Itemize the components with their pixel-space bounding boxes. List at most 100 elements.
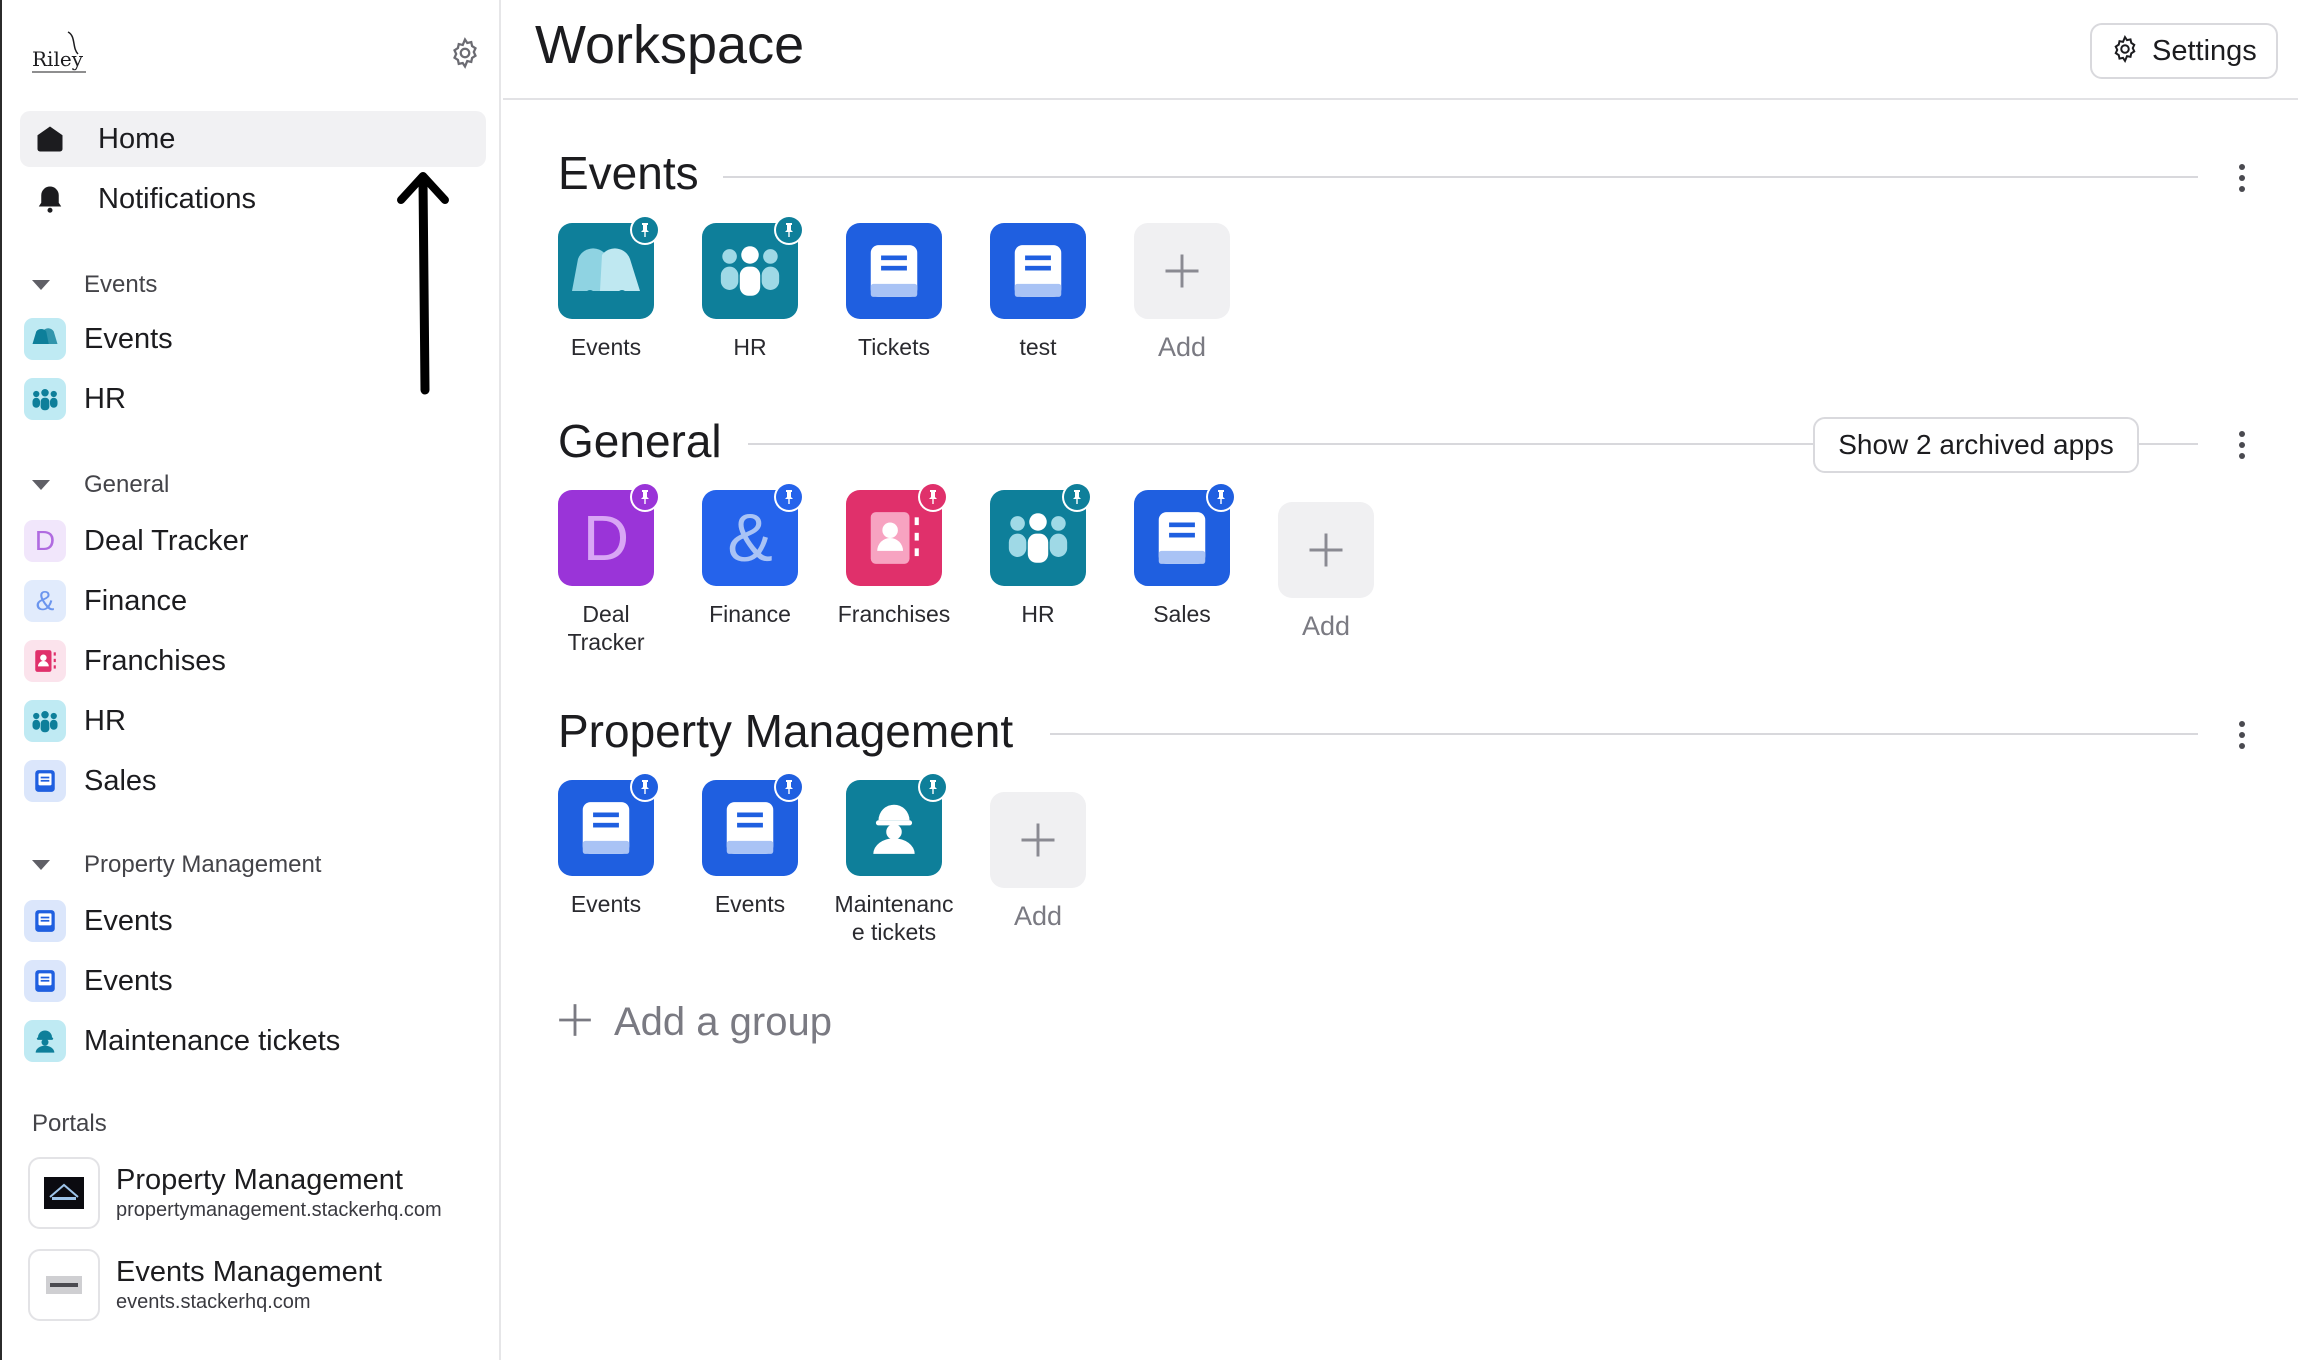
plus-icon bbox=[1278, 502, 1374, 598]
sidebar-app-deal-tracker[interactable]: D Deal Tracker bbox=[24, 515, 490, 567]
sidebar-app-events[interactable]: Events bbox=[24, 955, 490, 1007]
nav-home[interactable]: Home bbox=[20, 111, 486, 167]
add-group-button[interactable]: Add a group bbox=[556, 1000, 832, 1045]
sidebar-app-events[interactable]: Events bbox=[24, 895, 490, 947]
page-title: Workspace bbox=[535, 15, 805, 75]
worker-icon bbox=[24, 1020, 66, 1062]
section-menu-kebab-icon[interactable] bbox=[2230, 427, 2254, 463]
app-tile-maintenance-tickets[interactable]: Maintenanc e tickets bbox=[829, 772, 959, 946]
pin-icon[interactable] bbox=[630, 482, 660, 512]
app-tile-label: Franchises bbox=[837, 601, 951, 627]
collapse-triangle-icon bbox=[32, 860, 50, 870]
worker-icon bbox=[846, 772, 948, 876]
app-tile-label: Deal Tracker bbox=[567, 601, 645, 655]
book-icon bbox=[990, 223, 1086, 319]
settings-button-label: Settings bbox=[2152, 34, 2257, 67]
letter-d-icon: D bbox=[24, 520, 66, 562]
pin-icon[interactable] bbox=[918, 772, 948, 802]
home-icon bbox=[34, 123, 66, 155]
bell-icon bbox=[34, 183, 66, 215]
bells-icon bbox=[24, 318, 66, 360]
app-tile-tickets[interactable]: Tickets bbox=[829, 223, 959, 361]
app-tile-events[interactable]: Events bbox=[541, 215, 671, 361]
workspace-settings-gear-icon[interactable] bbox=[448, 36, 482, 70]
people-icon bbox=[990, 482, 1092, 586]
people-icon bbox=[24, 700, 66, 742]
sidebar-app-label: Events bbox=[84, 904, 173, 937]
add-app-button[interactable]: Add bbox=[1261, 502, 1391, 640]
portal-url: propertymanagement.stackerhq.com bbox=[116, 1199, 442, 1221]
collapse-triangle-icon bbox=[32, 280, 50, 290]
book-icon bbox=[24, 960, 66, 1002]
portal-property-management[interactable]: Property Management propertymanagement.s… bbox=[28, 1157, 488, 1229]
app-tile-franchises[interactable]: Franchises bbox=[829, 482, 959, 628]
section-menu-kebab-icon[interactable] bbox=[2230, 160, 2254, 196]
add-app-label: Add bbox=[1157, 332, 1207, 362]
plus-icon bbox=[556, 1001, 594, 1044]
app-tile-events[interactable]: Events bbox=[541, 772, 671, 918]
show-archived-apps-button[interactable]: Show 2 archived apps bbox=[1813, 417, 2139, 473]
portal-url: events.stackerhq.com bbox=[116, 1291, 311, 1313]
pin-icon[interactable] bbox=[918, 482, 948, 512]
app-window: Riley Home Notifications Events Events H… bbox=[0, 0, 2298, 1360]
sidebar-app-label: Sales bbox=[84, 764, 157, 797]
pin-icon[interactable] bbox=[774, 215, 804, 245]
sidebar-group-events[interactable]: Events bbox=[32, 271, 157, 299]
section-title-events: Events bbox=[558, 147, 699, 199]
add-app-button[interactable]: Add bbox=[973, 792, 1103, 930]
app-tile-label: Tickets bbox=[858, 334, 930, 360]
pin-icon[interactable] bbox=[1062, 482, 1092, 512]
ampersand-icon: & bbox=[702, 482, 804, 586]
sidebar-app-hr[interactable]: HR bbox=[24, 695, 490, 747]
section-title-general: General bbox=[558, 415, 722, 467]
sidebar-app-label: HR bbox=[84, 382, 126, 415]
section-divider bbox=[723, 176, 2198, 178]
settings-button[interactable]: Settings bbox=[2090, 23, 2278, 79]
app-tile-sales[interactable]: Sales bbox=[1117, 482, 1247, 628]
app-tile-finance[interactable]: & Finance bbox=[685, 482, 815, 628]
sidebar-app-finance[interactable]: & Finance bbox=[24, 575, 490, 627]
pin-icon[interactable] bbox=[630, 215, 660, 245]
portal-logo bbox=[28, 1157, 100, 1229]
sidebar-app-franchises[interactable]: Franchises bbox=[24, 635, 490, 687]
app-tile-label: Maintenanc e tickets bbox=[834, 891, 954, 945]
app-tile-hr[interactable]: HR bbox=[685, 215, 815, 361]
pin-icon[interactable] bbox=[774, 482, 804, 512]
sidebar-group-property-management[interactable]: Property Management bbox=[32, 851, 321, 879]
nav-notifications-label: Notifications bbox=[98, 182, 256, 215]
gear-icon bbox=[2110, 34, 2140, 69]
add-app-label: Add bbox=[1301, 611, 1351, 641]
workspace-logo[interactable]: Riley bbox=[28, 26, 92, 76]
people-icon bbox=[702, 215, 804, 319]
app-tile-label: Events bbox=[714, 891, 786, 917]
app-tile-deal-tracker[interactable]: D Deal Tracker bbox=[541, 482, 671, 656]
add-app-button[interactable]: Add bbox=[1117, 223, 1247, 361]
sidebar-app-sales[interactable]: Sales bbox=[24, 755, 490, 807]
contact-book-icon bbox=[24, 640, 66, 682]
portal-events-management[interactable]: Events Management events.stackerhq.com bbox=[28, 1249, 488, 1321]
sidebar-group-label: Property Management bbox=[84, 851, 322, 878]
sidebar-app-maintenance-tickets[interactable]: Maintenance tickets bbox=[24, 1015, 490, 1067]
book-icon bbox=[24, 760, 66, 802]
sidebar-app-label: Finance bbox=[84, 584, 188, 617]
sidebar-group-general[interactable]: General bbox=[32, 471, 169, 499]
book-icon bbox=[702, 772, 804, 876]
app-tile-label: test bbox=[1019, 334, 1057, 360]
app-tile-test[interactable]: test bbox=[973, 223, 1103, 361]
portal-name: Property Management bbox=[116, 1164, 403, 1196]
add-group-label: Add a group bbox=[614, 1000, 832, 1044]
pin-icon[interactable] bbox=[630, 772, 660, 802]
pin-icon[interactable] bbox=[774, 772, 804, 802]
sidebar-app-label: Maintenance tickets bbox=[84, 1024, 341, 1057]
book-icon bbox=[846, 223, 942, 319]
sidebar-app-label: Events bbox=[84, 964, 173, 997]
nav-home-label: Home bbox=[98, 122, 176, 155]
portals-heading: Portals bbox=[32, 1110, 107, 1137]
people-icon bbox=[24, 378, 66, 420]
sidebar-app-label: Deal Tracker bbox=[84, 524, 249, 557]
section-divider bbox=[1050, 733, 2198, 735]
app-tile-events[interactable]: Events bbox=[685, 772, 815, 918]
app-tile-hr[interactable]: HR bbox=[973, 482, 1103, 628]
pin-icon[interactable] bbox=[1206, 482, 1236, 512]
section-menu-kebab-icon[interactable] bbox=[2230, 717, 2254, 753]
